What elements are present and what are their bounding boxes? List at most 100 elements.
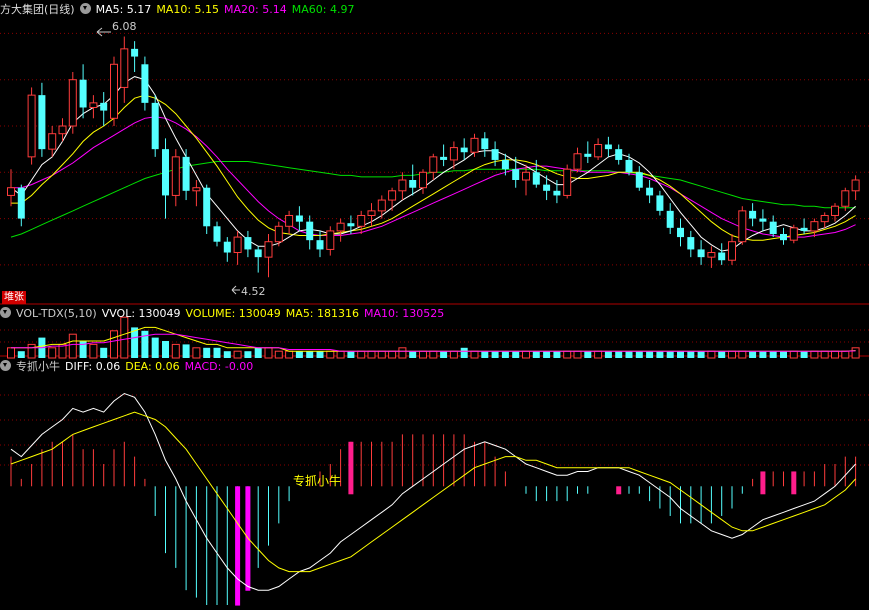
volume-bar: [419, 350, 427, 359]
volume-bar: [306, 351, 314, 358]
stock-badge: 堆张: [2, 291, 26, 304]
candle-body: [780, 234, 787, 241]
candle-body: [470, 137, 479, 153]
volume-bars[interactable]: [7, 316, 860, 359]
indicator-toggle-icon[interactable]: [79, 3, 91, 14]
candle-body: [697, 249, 705, 258]
candle-body: [27, 94, 36, 158]
stock-chart[interactable]: 6.08 4.52 专抓小牛: [0, 0, 869, 610]
candle-body: [718, 252, 726, 261]
candle-body: [789, 227, 798, 241]
ma60-label: MA60: 4.97: [291, 3, 355, 16]
volume-bar: [481, 351, 489, 358]
volume-bar: [553, 351, 561, 358]
diff-label: DIFF: 0.06: [65, 360, 121, 373]
volume-toggle-icon[interactable]: [0, 307, 11, 318]
candle-body: [100, 102, 108, 111]
macd-panel[interactable]: [10, 392, 857, 606]
volume-bar: [573, 350, 582, 359]
candle-body: [79, 79, 87, 108]
price-panel-header: 方大集团(日线) MA5: 5.17 MA10: 5.15 MA20: 5.14 MA6…: [0, 2, 359, 18]
volume-bar: [171, 343, 180, 359]
candle-body: [203, 187, 211, 227]
volume-bar: [738, 350, 747, 359]
macd-signal-bar: [791, 471, 797, 495]
candle-body: [512, 169, 520, 180]
macd-signal-bar: [348, 441, 354, 495]
diff-line: [10, 392, 856, 591]
candle-body: [17, 187, 25, 219]
candle-body: [58, 125, 67, 135]
macd-signal-bar: [760, 471, 766, 495]
candle-body: [604, 144, 612, 150]
volume-bar: [429, 350, 438, 359]
indicator-name[interactable]: 专抓小牛: [16, 360, 60, 373]
candle-body: [738, 210, 747, 243]
volume-bar: [162, 341, 169, 358]
candle-body: [141, 64, 149, 103]
vol-ma10-label: MA10: 130525: [364, 307, 445, 320]
volume-bar: [274, 350, 283, 359]
volume-bar: [347, 351, 355, 358]
candle-body: [429, 156, 438, 173]
volume-bar: [285, 350, 294, 359]
indicator-panel-header: 专抓小牛 DIFF: 0.06 DEA: 0.06 MACD: -0.00: [0, 359, 258, 375]
indicator-panel-toggle-icon[interactable]: [0, 360, 11, 371]
candle-body: [625, 159, 633, 173]
indicator-annotation: 专抓小牛: [293, 473, 341, 488]
candle-body: [666, 210, 674, 228]
candle-body: [110, 63, 118, 119]
stock-title[interactable]: 方大集团(日线): [0, 3, 75, 16]
candle-body: [543, 184, 551, 191]
volume-bar: [326, 350, 335, 359]
volume-bar: [151, 337, 159, 358]
volume-bar: [800, 351, 808, 358]
volume-bar: [470, 350, 479, 359]
volume-bar: [687, 351, 695, 358]
candle-body: [759, 218, 767, 222]
volume-bar: [522, 350, 530, 359]
candle-body: [357, 214, 366, 227]
volume-bar: [460, 347, 468, 358]
volume-bar: [17, 351, 25, 358]
candle-body: [89, 102, 98, 108]
volume-bar: [367, 350, 376, 359]
macd-label: MACD: -0.00: [184, 360, 254, 373]
candle-body: [800, 227, 808, 231]
volume-bar: [203, 347, 211, 358]
volume-bar: [810, 350, 819, 359]
high-price-label: 6.08: [112, 20, 137, 33]
volume-bar: [532, 351, 540, 358]
volume-bar: [604, 351, 612, 358]
volume-bar: [377, 350, 386, 359]
annotations: 6.08 4.52 专抓小牛: [96, 20, 341, 488]
volume-bar: [563, 350, 572, 359]
candle-body: [295, 215, 303, 222]
volume-bar: [820, 350, 829, 359]
volume-bar: [789, 350, 798, 359]
volume-bar: [759, 351, 767, 358]
candlesticks[interactable]: [7, 36, 860, 278]
volume-bar: [233, 350, 242, 359]
vol-indicator-name[interactable]: VOL-TDX(5,10): [16, 307, 97, 320]
volume-bar: [615, 351, 623, 358]
volume-bar: [336, 350, 345, 359]
candle-body: [769, 221, 777, 234]
candle-body: [553, 190, 561, 196]
candle-body: [481, 138, 489, 150]
candle-body: [377, 199, 386, 212]
candle-body: [491, 149, 499, 160]
candle-body: [244, 237, 252, 250]
volume-bar: [244, 351, 252, 358]
volume-bar: [718, 351, 726, 358]
candle-body: [316, 240, 324, 250]
candle-body: [38, 95, 46, 150]
candle-body: [677, 227, 684, 238]
volume-bar: [851, 347, 860, 359]
candle-body: [233, 236, 242, 254]
candle-body: [388, 190, 397, 201]
volume-bar: [223, 351, 231, 358]
volume-bar: [780, 351, 787, 358]
volume-label: VOLUME: 130049: [185, 307, 281, 320]
candle-body: [306, 221, 314, 241]
